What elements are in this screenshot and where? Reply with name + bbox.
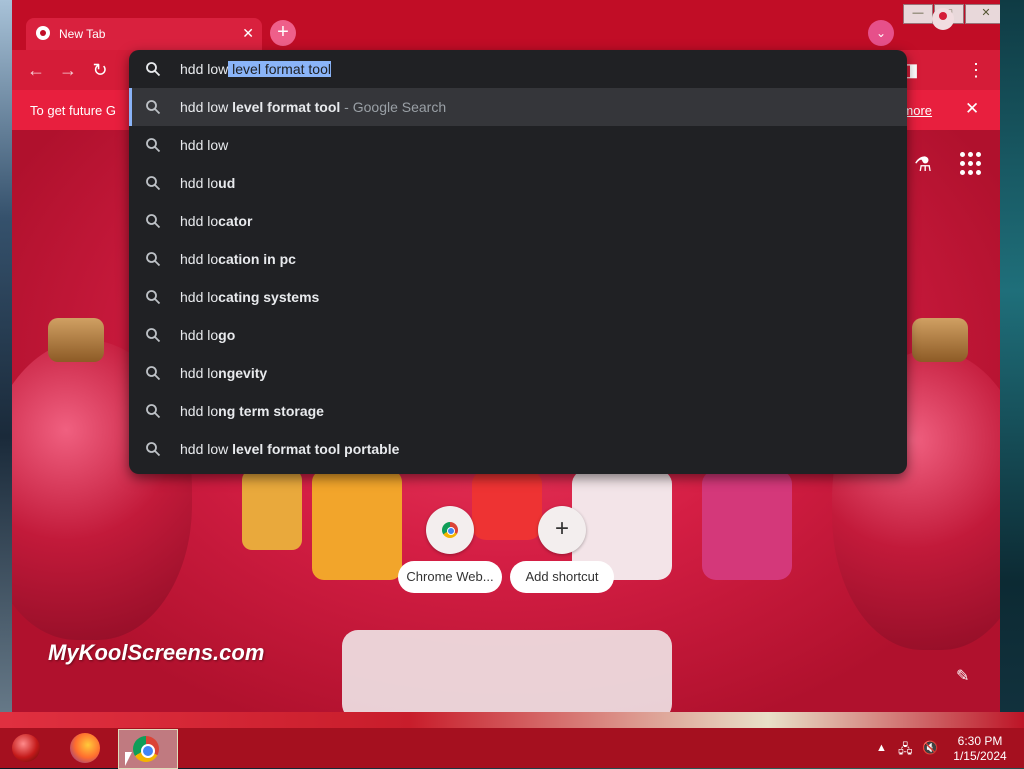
clock-date: 1/15/2024	[953, 749, 1007, 763]
omnibox-input[interactable]: hdd low level format tool	[129, 50, 907, 88]
suggestion-prefix: hdd low	[180, 441, 229, 457]
suggestion-prefix: hdd low	[180, 137, 229, 153]
suggestion-prefix: hdd lo	[180, 365, 219, 381]
taskbar-clock[interactable]: 6:30 PM 1/15/2024	[948, 734, 1012, 764]
desktop-wallpaper-strip	[0, 712, 1024, 728]
suggestion-completion: cator	[218, 213, 253, 229]
search-icon	[146, 290, 161, 305]
shortcut-label: Add shortcut	[510, 561, 614, 593]
search-icon	[146, 214, 161, 229]
tab-title: New Tab	[59, 27, 106, 41]
desktop-background-right	[1000, 0, 1024, 728]
letter-decoration-icon	[242, 470, 302, 550]
volume-muted-icon[interactable]: 🔇	[922, 740, 938, 756]
clock-time: 6:30 PM	[957, 734, 1003, 748]
new-tab-button[interactable]: +	[270, 20, 296, 46]
tab-new-tab[interactable]: New Tab ✕	[26, 18, 262, 50]
omnibox-suggestion[interactable]: hdd logo	[129, 316, 907, 354]
shortcut-tile[interactable]	[426, 506, 474, 554]
tab-search-button[interactable]: ⌄	[868, 20, 894, 46]
suggestion-prefix: hdd lo	[180, 403, 219, 419]
chrome-web-store-icon	[442, 522, 458, 538]
search-icon	[146, 328, 161, 343]
profile-avatar-button[interactable]	[932, 8, 954, 30]
chrome-icon	[133, 736, 159, 762]
mouse-cursor-icon	[125, 752, 132, 766]
shortcut-label: Chrome Web...	[398, 561, 502, 593]
omnibox-suggestion[interactable]: hdd location in pc	[129, 240, 907, 278]
omnibox-suggestion[interactable]: hdd long term storage	[129, 392, 907, 430]
suggestion-prefix: hdd lo	[180, 213, 219, 229]
suggestion-completion: ng term storage	[218, 403, 324, 419]
omnibox-autocomplete-selection: level format tool	[228, 61, 331, 77]
suggestion-completion: cating systems	[218, 289, 320, 305]
customize-pencil-icon[interactable]: ✎	[956, 666, 969, 686]
suggestion-prefix: hdd low	[180, 99, 229, 115]
infobar-close-button[interactable]: ✕	[965, 99, 979, 119]
google-apps-icon[interactable]	[960, 152, 984, 176]
infobar-message: To get future G	[30, 103, 116, 118]
tab-strip: New Tab ✕ + ⌄ — □ ✕	[12, 0, 1000, 50]
suggestion-completion: ud	[218, 175, 236, 191]
suggestion-prefix: hdd lo	[180, 175, 219, 191]
letter-decoration-icon	[702, 470, 792, 580]
suggestion-completion: level format tool	[228, 99, 341, 115]
suggestion-prefix: hdd lo	[180, 251, 219, 267]
tray-expand-icon[interactable]: ▲	[876, 742, 887, 754]
search-icon	[146, 252, 161, 267]
omnibox-dropdown: hdd low level format tool hdd low level …	[129, 50, 907, 474]
suggestion-completion: level format tool portable	[228, 441, 400, 457]
suggestion-completion: cation in pc	[218, 251, 296, 267]
search-icon	[146, 100, 161, 115]
omnibox-suggestion[interactable]: hdd low	[129, 126, 907, 164]
suggestion-prefix: hdd lo	[180, 327, 219, 343]
minimize-button[interactable]: —	[903, 4, 933, 24]
search-icon	[146, 404, 161, 419]
desktop-background-left	[0, 0, 12, 728]
close-window-button[interactable]: ✕	[965, 4, 1000, 24]
omnibox-typed-text: hdd low	[180, 61, 229, 77]
omnibox-suggestion[interactable]: hdd low level format tool - Google Searc…	[129, 88, 907, 126]
chrome-labs-icon[interactable]: ⚗	[914, 152, 932, 177]
add-shortcut-tile[interactable]: +	[538, 506, 586, 554]
search-icon	[146, 442, 161, 457]
browser-window: New Tab ✕ + ⌄ — □ ✕ ← → ↻ ◨ ⋮ To get fut…	[12, 0, 1000, 712]
tab-close-button[interactable]: ✕	[242, 25, 254, 42]
start-button-icon[interactable]	[12, 734, 40, 762]
back-button[interactable]: ←	[26, 60, 46, 80]
omnibox-suggestion[interactable]: hdd locator	[129, 202, 907, 240]
chrome-favicon-icon	[36, 26, 50, 40]
shortcut-add[interactable]: + Add shortcut	[510, 506, 614, 596]
suggestion-hint: - Google Search	[340, 99, 447, 115]
ornament-cap-right-icon	[912, 318, 968, 362]
firefox-icon[interactable]	[70, 733, 100, 763]
shortcut-chrome-web-store[interactable]: Chrome Web...	[398, 506, 502, 596]
network-icon[interactable]: 🖧	[898, 740, 913, 762]
forward-button[interactable]: →	[58, 60, 78, 80]
search-icon	[146, 62, 161, 77]
menu-button[interactable]: ⋮	[966, 60, 986, 80]
suggestion-completion: ngevity	[218, 365, 268, 381]
search-icon	[146, 366, 161, 381]
omnibox-suggestion[interactable]: hdd locating systems	[129, 278, 907, 316]
omnibox-suggestion[interactable]: hdd longevity	[129, 354, 907, 392]
ornament-cap-left-icon	[48, 318, 104, 362]
omnibox-suggestion[interactable]: hdd loud	[129, 164, 907, 202]
search-icon	[146, 176, 161, 191]
watermark-text: MyKoolScreens.com	[48, 640, 265, 665]
omnibox-suggestion[interactable]: hdd low level format tool portable	[129, 430, 907, 468]
reload-button[interactable]: ↻	[90, 60, 110, 80]
suggestion-completion: go	[218, 327, 236, 343]
suggestion-prefix: hdd lo	[180, 289, 219, 305]
year-text-decoration-icon	[342, 630, 672, 712]
letter-decoration-icon	[312, 470, 402, 580]
search-icon	[146, 138, 161, 153]
